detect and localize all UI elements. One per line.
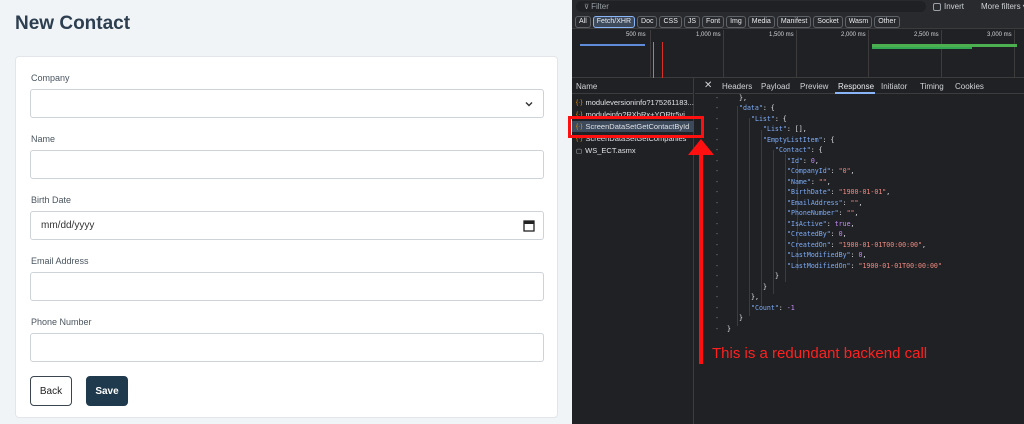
document-icon: ▢ bbox=[576, 147, 583, 155]
type-filter-font[interactable]: Font bbox=[702, 16, 725, 28]
timeline-bar bbox=[580, 44, 645, 46]
type-filter-doc[interactable]: Doc bbox=[637, 16, 658, 28]
network-timeline[interactable]: 500 ms 1,000 ms 1,500 ms 2,000 ms 2,500 … bbox=[572, 30, 1024, 78]
close-icon[interactable]: ✕ bbox=[704, 80, 712, 91]
invert-toggle[interactable]: Invert bbox=[933, 2, 964, 11]
timeline-marker bbox=[662, 42, 663, 78]
highlight-box bbox=[568, 116, 704, 138]
tab-timing[interactable]: Timing bbox=[920, 82, 944, 91]
back-button[interactable]: Back bbox=[30, 376, 72, 406]
calendar-icon[interactable] bbox=[523, 219, 535, 232]
phone-label: Phone Number bbox=[31, 317, 92, 327]
email-field[interactable] bbox=[30, 272, 544, 301]
detail-tabs: ✕ Headers Payload Preview Response Initi… bbox=[695, 78, 1024, 94]
type-filter-media[interactable]: Media bbox=[747, 16, 775, 28]
filter-input[interactable]: ⊽ Filter bbox=[576, 1, 926, 12]
type-filter-socket[interactable]: Socket bbox=[813, 16, 843, 28]
type-filter-bar: All Fetch/XHR Doc CSS JS Font Img Media Manifest… bbox=[572, 14, 1024, 29]
contact-form: Company Name Birth Date mm/dd/yyyy Email… bbox=[15, 56, 558, 418]
name-field[interactable] bbox=[30, 150, 544, 179]
company-select[interactable] bbox=[30, 89, 544, 118]
annotation-text: This is a redundant backend call bbox=[712, 345, 928, 362]
birth-date-field[interactable]: mm/dd/yyyy bbox=[30, 211, 544, 240]
tab-preview[interactable]: Preview bbox=[800, 82, 828, 91]
birth-date-label: Birth Date bbox=[31, 195, 72, 205]
type-filter-wasm[interactable]: Wasm bbox=[844, 16, 873, 28]
company-label: Company bbox=[31, 73, 70, 83]
type-filter-manifest[interactable]: Manifest bbox=[776, 16, 812, 28]
type-filter-fetch-xhr[interactable]: Fetch/XHR bbox=[592, 16, 636, 28]
chevron-down-icon bbox=[525, 102, 533, 107]
phone-field[interactable] bbox=[30, 333, 544, 362]
json-icon: {·} bbox=[576, 99, 583, 106]
type-filter-other[interactable]: Other bbox=[874, 16, 900, 28]
tab-headers[interactable]: Headers bbox=[722, 82, 752, 91]
request-row[interactable]: ▢ WS_ECT.asmx bbox=[572, 145, 694, 156]
invert-checkbox[interactable] bbox=[933, 2, 941, 11]
timeline-tick: 3,000 ms bbox=[987, 32, 1012, 38]
type-filter-js[interactable]: JS bbox=[683, 16, 701, 28]
arrow-shaft bbox=[699, 152, 703, 364]
timeline-tick: 2,000 ms bbox=[841, 32, 866, 38]
timeline-tick: 2,500 ms bbox=[914, 32, 939, 38]
timeline-tick: 1,000 ms bbox=[696, 32, 721, 38]
page-title: New Contact bbox=[15, 13, 131, 34]
request-row[interactable]: {·} moduleversioninfo?175261183... bbox=[572, 97, 694, 108]
save-button[interactable]: Save bbox=[86, 376, 128, 406]
type-filter-img[interactable]: Img bbox=[726, 16, 746, 28]
tab-response[interactable]: Response bbox=[838, 82, 874, 91]
birth-date-placeholder: mm/dd/yyyy bbox=[41, 220, 95, 231]
email-label: Email Address bbox=[31, 256, 89, 266]
tab-cookies[interactable]: Cookies bbox=[955, 82, 984, 91]
type-filter-css[interactable]: CSS bbox=[659, 16, 682, 28]
timeline-tick: 1,500 ms bbox=[769, 32, 794, 38]
timeline-marker bbox=[653, 42, 654, 78]
filter-placeholder: Filter bbox=[591, 2, 609, 11]
name-label: Name bbox=[31, 134, 56, 144]
timeline-tick: 500 ms bbox=[626, 32, 646, 38]
timeline-bar bbox=[872, 47, 972, 49]
filter-bar: ⊽ Filter Invert More filters ▾ bbox=[572, 0, 1024, 14]
name-column-header[interactable]: Name bbox=[572, 78, 694, 94]
tab-payload[interactable]: Payload bbox=[761, 82, 790, 91]
response-viewer: -}, - "data": { - "List": { - "List": [], -… bbox=[715, 94, 942, 333]
invert-label: Invert bbox=[944, 2, 965, 11]
tab-initiator[interactable]: Initiator bbox=[881, 82, 907, 91]
app-panel: New Contact Company Name Birth Date mm/d… bbox=[0, 0, 572, 424]
type-filter-all[interactable]: All bbox=[575, 16, 591, 28]
more-filters-dropdown[interactable]: More filters ▾ bbox=[981, 2, 1024, 11]
